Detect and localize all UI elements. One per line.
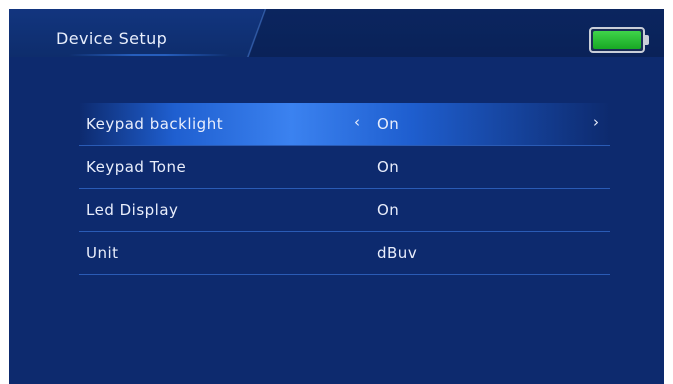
chevron-right-icon[interactable]: › [593, 113, 600, 131]
device-screen: Device Setup Keypad backlight ‹ On › Key… [9, 9, 664, 384]
menu-item-value: On [377, 115, 400, 133]
menu-item-led-display[interactable]: Led Display On [79, 189, 610, 232]
menu-item-value: On [377, 201, 400, 219]
menu-item-unit[interactable]: Unit dBuv [79, 232, 610, 275]
header-bar: Device Setup [9, 9, 664, 57]
menu-item-keypad-tone[interactable]: Keypad Tone On [79, 146, 610, 189]
title-tab-edge [245, 9, 269, 57]
battery-tip [645, 35, 649, 45]
menu-item-label: Led Display [86, 201, 179, 219]
battery-level-fill [593, 31, 641, 49]
menu-item-value: dBuv [377, 244, 418, 262]
menu-item-keypad-backlight[interactable]: Keypad backlight ‹ On › [79, 103, 610, 146]
settings-menu: Keypad backlight ‹ On › Keypad Tone On L… [79, 103, 610, 275]
chevron-left-icon[interactable]: ‹ [354, 113, 361, 131]
page-title: Device Setup [56, 29, 168, 48]
menu-item-value: On [377, 158, 400, 176]
menu-item-label: Keypad Tone [86, 158, 187, 176]
menu-item-label: Unit [86, 244, 119, 262]
title-underline [69, 54, 229, 56]
battery-full-icon [589, 27, 649, 53]
menu-item-label: Keypad backlight [86, 115, 224, 133]
